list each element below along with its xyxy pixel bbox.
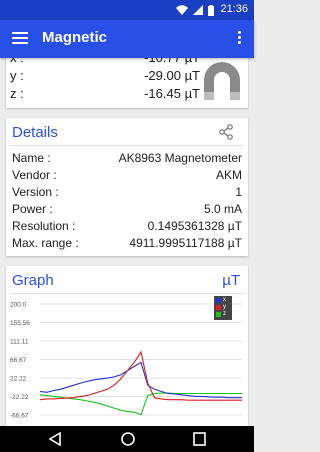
overflow-menu-icon[interactable] bbox=[238, 31, 242, 47]
magnet-icon bbox=[204, 62, 240, 100]
divider bbox=[10, 145, 244, 146]
detail-value: AK8963 Magnetometer bbox=[118, 151, 242, 165]
home-icon[interactable] bbox=[120, 431, 136, 447]
series-line-x bbox=[39, 361, 242, 399]
detail-value: 4911.9995117188 µT bbox=[129, 236, 242, 250]
status-bar: 21:36 bbox=[0, 0, 254, 20]
detail-value: 5.0 mA bbox=[203, 202, 242, 216]
detail-key: Resolution : bbox=[12, 219, 76, 233]
legend-swatch-x bbox=[216, 298, 221, 303]
app-bar: Magnetic bbox=[0, 20, 254, 58]
y-tick-label: 22.22 bbox=[10, 376, 27, 383]
back-icon[interactable] bbox=[48, 431, 62, 447]
y-tick-label: -66.67 bbox=[10, 413, 29, 420]
y-tick-label: -22.22 bbox=[10, 394, 29, 401]
current-values-card: x : -10.77 µT y : -29.00 µT z : -16.45 µ… bbox=[6, 52, 248, 108]
legend-item-z: z bbox=[216, 311, 230, 318]
graph-card: Graph µT 200.0 155.56 111.11 66.67 22.22 -22.… bbox=[6, 266, 248, 426]
details-title: Details bbox=[12, 124, 58, 141]
detail-key: Version : bbox=[12, 185, 59, 199]
legend-label-y: y bbox=[223, 304, 226, 310]
details-card: Details Name : AK8963 Magnetometer Vendo… bbox=[6, 118, 248, 256]
magnetic-line-chart: 200.0 155.56 111.11 66.67 22.22 -22.22 -66.67 bbox=[10, 302, 242, 420]
menu-icon[interactable] bbox=[12, 32, 28, 44]
detail-key: Vendor : bbox=[12, 168, 57, 182]
detail-row-power: Power : 5.0 mA bbox=[12, 202, 242, 218]
value-y: -29.00 µT bbox=[144, 68, 200, 83]
detail-row-max-range: Max. range : 4911.9995117188 µT bbox=[12, 236, 242, 252]
detail-row-version: Version : 1 bbox=[12, 185, 242, 201]
detail-row-vendor: Vendor : AKM bbox=[12, 168, 242, 184]
share-icon[interactable] bbox=[218, 124, 234, 140]
signal-icon bbox=[193, 5, 203, 15]
y-tick-label: 111.11 bbox=[10, 339, 29, 346]
chart-legend: x y z bbox=[214, 296, 232, 320]
detail-row-name: Name : AK8963 Magnetometer bbox=[12, 151, 242, 167]
battery-icon bbox=[208, 4, 214, 16]
status-icons bbox=[176, 4, 214, 16]
axis-label-y: y : bbox=[10, 68, 24, 83]
detail-value: AKM bbox=[215, 168, 242, 182]
status-time: 21:36 bbox=[220, 3, 248, 15]
wifi-icon bbox=[176, 5, 188, 15]
detail-key: Name : bbox=[12, 151, 51, 165]
y-tick-label: 66.67 bbox=[10, 357, 27, 364]
axis-label-z: z : bbox=[10, 86, 24, 101]
page-title: Magnetic bbox=[42, 29, 108, 46]
detail-value: 1 bbox=[235, 185, 242, 199]
y-tick-label: 155.56 bbox=[10, 320, 30, 327]
detail-value: 0.1495361328 µT bbox=[147, 219, 242, 233]
y-tick-label: 200.0 bbox=[10, 302, 27, 309]
legend-swatch-z bbox=[216, 312, 221, 317]
detail-key: Power : bbox=[12, 202, 53, 216]
legend-label-x: x bbox=[223, 297, 226, 303]
legend-swatch-y bbox=[216, 305, 221, 310]
value-z: -16.45 µT bbox=[144, 86, 200, 101]
detail-key: Max. range : bbox=[12, 236, 79, 250]
navigation-bar bbox=[0, 426, 254, 452]
detail-row-resolution: Resolution : 0.1495361328 µT bbox=[12, 219, 242, 235]
legend-item-y: y bbox=[216, 304, 230, 311]
legend-label-z: z bbox=[223, 311, 226, 317]
recents-icon[interactable] bbox=[192, 431, 206, 447]
legend-item-x: x bbox=[216, 297, 230, 304]
